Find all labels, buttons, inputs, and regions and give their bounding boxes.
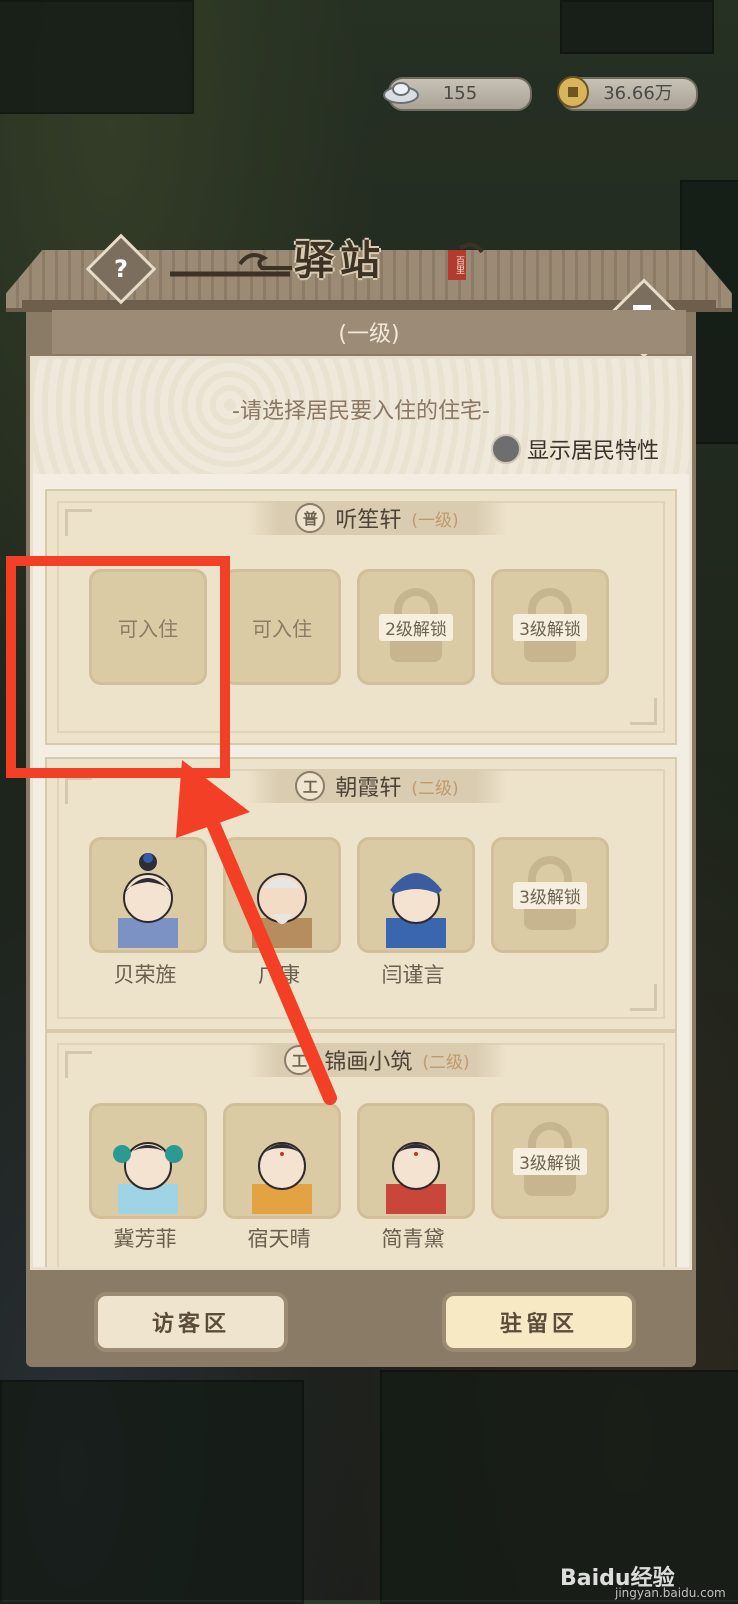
resident-portrait[interactable] [223, 1103, 341, 1219]
corner-ornament [65, 777, 92, 804]
corner-ornament [630, 984, 657, 1011]
toggle-radio[interactable] [490, 434, 521, 464]
visitor-area-button[interactable]: 访客区 [94, 1292, 288, 1352]
house-level: (二级) [422, 1052, 470, 1073]
quality-badge: 工 [295, 771, 326, 801]
corner-ornament [630, 698, 657, 725]
resident-portrait[interactable] [89, 1103, 207, 1219]
watermark-url: jingyan.baidu.com [615, 1586, 726, 1600]
house-section: 工 朝霞轩 (二级) 贝荣旌 广康 闫谨言 3级解锁 [45, 757, 677, 1031]
select-prompt: -请选择居民要入住的住宅- [232, 399, 490, 424]
room-slot-available[interactable]: 可入住 [223, 569, 341, 685]
resident-avatar-icon [386, 873, 446, 948]
house-name: 听笙轩 [335, 508, 402, 533]
station-level-bar: (一级) [52, 310, 686, 354]
room-slot-locked[interactable]: 3级解锁 [491, 1103, 609, 1219]
seal-stamp: 百里 [448, 250, 466, 280]
unlock-requirement: 3级解锁 [513, 613, 587, 641]
show-traits-toggle[interactable]: 显示居民特性 [490, 433, 659, 465]
house-name: 锦画小筑 [324, 1050, 413, 1075]
quality-badge: 普 [295, 503, 326, 533]
unlock-requirement: 3级解锁 [513, 1147, 587, 1175]
corner-ornament [65, 509, 92, 536]
prompt-area: -请选择居民要入住的住宅- 显示居民特性 [33, 359, 689, 474]
resident-avatar-icon [252, 873, 312, 948]
coin-amount: 36.66万 [603, 83, 673, 104]
question-icon: ? [114, 254, 128, 283]
residence-area-button[interactable]: 驻留区 [442, 1292, 636, 1352]
resident-avatar-icon [386, 1142, 446, 1214]
resident-avatar-icon [113, 1142, 183, 1214]
section-header: 工 朝霞轩 (二级) [247, 769, 507, 803]
slot-status: 可入住 [252, 616, 312, 641]
silver-ingot-icon [382, 73, 420, 111]
coin-counter[interactable]: 36.66万 [557, 76, 698, 111]
house-level: (二级) [411, 778, 459, 799]
resident-name: 闫谨言 [381, 963, 445, 987]
corner-ornament [65, 1051, 92, 1078]
annotation-highlight-box [6, 556, 230, 778]
section-header: 工 锦画小筑 (二级) [247, 1043, 507, 1077]
resident-name: 广康 [258, 963, 300, 987]
house-level: (一级) [411, 510, 459, 531]
roof-shadow [22, 300, 716, 308]
copper-coin-icon [554, 73, 592, 111]
resident-portrait[interactable] [223, 837, 341, 953]
resident-name: 冀芳菲 [113, 1227, 177, 1251]
toggle-label: 显示居民特性 [526, 439, 659, 464]
resident-portrait[interactable] [357, 837, 475, 953]
resident-portrait[interactable] [357, 1103, 475, 1219]
house-name: 朝霞轩 [335, 776, 402, 801]
silver-counter[interactable]: 155 [383, 77, 532, 111]
house-section: 工 锦画小筑 (二级) 冀芳菲 宿天晴 简青黛 3级解锁 [45, 1031, 677, 1267]
resident-avatar-icon [118, 853, 178, 948]
resident-portrait[interactable] [89, 837, 207, 953]
room-slot-locked[interactable]: 3级解锁 [491, 837, 609, 953]
resident-name: 宿天晴 [247, 1227, 311, 1251]
residence-list[interactable]: -请选择居民要入住的住宅- 显示居民特性 普 听笙轩 (一级) 可入住 可入住 … [30, 356, 692, 1270]
station-level: (一级) [338, 322, 400, 347]
unlock-requirement: 2级解锁 [379, 613, 453, 641]
room-slot-locked[interactable]: 2级解锁 [357, 569, 475, 685]
resident-avatar-icon [252, 1142, 312, 1214]
resident-name: 简青黛 [381, 1227, 445, 1251]
room-slot-locked[interactable]: 3级解锁 [491, 569, 609, 685]
resident-name: 贝荣旌 [113, 963, 177, 987]
section-header: 普 听笙轩 (一级) [247, 501, 507, 535]
silver-amount: 155 [442, 83, 478, 104]
unlock-requirement: 3级解锁 [513, 881, 587, 909]
quality-badge: 工 [284, 1045, 315, 1075]
